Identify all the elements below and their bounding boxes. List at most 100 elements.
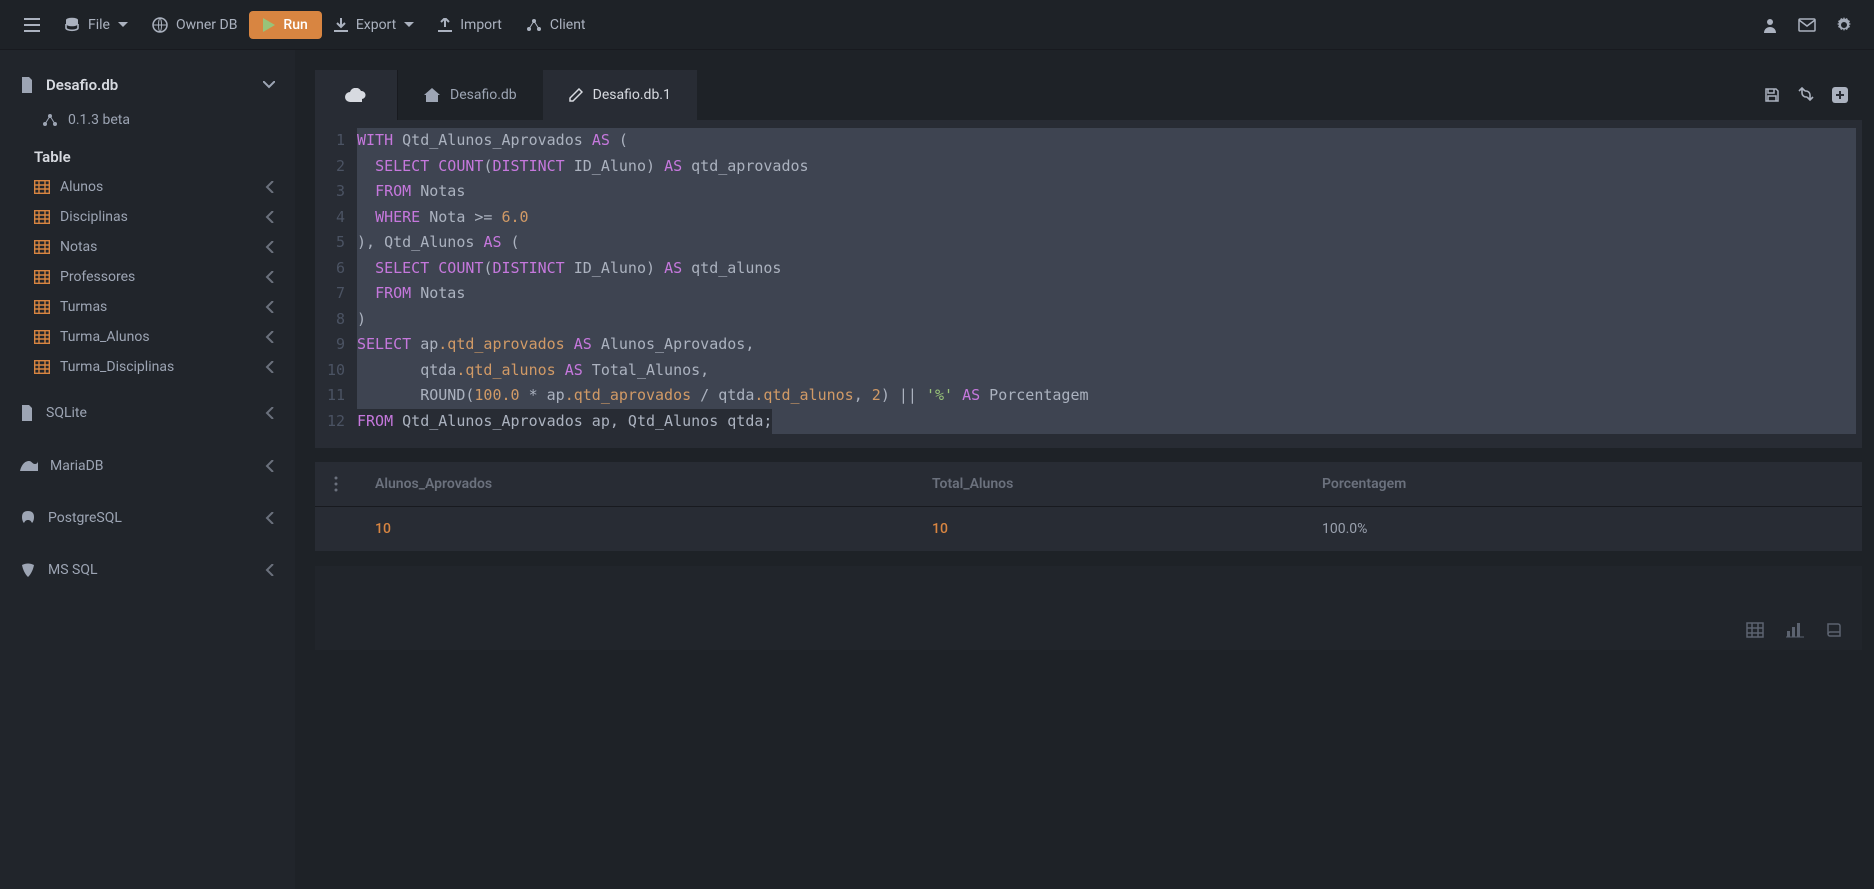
tab-label: Desafio.db.1: [593, 87, 671, 103]
upload-icon: [438, 18, 452, 32]
mssql-icon: [20, 562, 36, 578]
sidebar-table-turma_alunos[interactable]: Turma_Alunos: [0, 322, 295, 352]
sidebar-version[interactable]: 0.1.3 beta: [0, 102, 295, 138]
sidebar-engine-mariadb[interactable]: MariaDB: [0, 444, 295, 488]
cell: 10: [914, 507, 1304, 551]
chevron-left-icon: [265, 331, 275, 343]
sidebar-table-professores[interactable]: Professores: [0, 262, 295, 292]
sidebar: Desafio.db 0.1.3 beta Table Alunos Discip…: [0, 50, 295, 889]
main-content: Desafio.db Desafio.db.1 123456789101112 …: [295, 50, 1874, 889]
sidebar-db-header[interactable]: Desafio.db: [0, 68, 295, 102]
col-alunos_aprovados[interactable]: Alunos_Aprovados: [357, 462, 914, 506]
share-icon: [526, 18, 542, 32]
sidebar-table-turmas[interactable]: Turmas: [0, 292, 295, 322]
hamburger-icon: [24, 18, 40, 32]
version-label: 0.1.3 beta: [68, 112, 130, 128]
col-total_alunos[interactable]: Total_Alunos: [914, 462, 1304, 506]
grid-view-icon[interactable]: [1746, 622, 1764, 638]
sql-editor[interactable]: 123456789101112 WITH Qtd_Alunos_Aprovado…: [315, 120, 1862, 448]
chevron-left-icon: [265, 512, 275, 524]
chevron-down-icon: [263, 81, 275, 89]
menu-button[interactable]: [12, 12, 52, 38]
sidebar-engine-postgresql[interactable]: PostgreSQL: [0, 496, 295, 540]
sidebar-table-disciplinas[interactable]: Disciplinas: [0, 202, 295, 232]
table-label: Notas: [60, 239, 97, 255]
table-icon: [34, 210, 50, 224]
table-icon: [34, 270, 50, 284]
engine-label: MariaDB: [50, 458, 104, 474]
cloud-icon: [345, 88, 367, 102]
chart-view-icon[interactable]: [1786, 622, 1804, 638]
tab-cloud[interactable]: [315, 70, 398, 120]
chevron-left-icon: [265, 460, 275, 472]
sidebar-engine-sqlite[interactable]: SQLite: [0, 390, 295, 436]
tabbar: Desafio.db Desafio.db.1: [315, 70, 1862, 120]
engine-label: SQLite: [46, 405, 87, 421]
sidebar-engine-ms-sql[interactable]: MS SQL: [0, 548, 295, 592]
book-view-icon[interactable]: [1826, 622, 1842, 638]
cell: 100.0%: [1304, 507, 1604, 551]
results-panel: Alunos_AprovadosTotal_AlunosPorcentagem …: [315, 462, 1862, 552]
settings-button[interactable]: [1826, 11, 1862, 39]
import-button[interactable]: Import: [426, 11, 514, 39]
results-row: 1010100.0%: [315, 507, 1862, 552]
plus-icon[interactable]: [1832, 87, 1848, 103]
owner-db-label: Owner DB: [176, 17, 237, 33]
mariadb-icon: [20, 459, 38, 473]
chevron-left-icon: [265, 407, 275, 419]
run-label: Run: [283, 17, 307, 33]
sidebar-table-heading: Table: [0, 138, 295, 172]
top-toolbar: File Owner DB Run Export Import Client: [0, 0, 1874, 50]
tab-desafio-1[interactable]: Desafio.db.1: [543, 70, 697, 120]
line-gutter: 123456789101112: [315, 128, 357, 434]
file-label: File: [88, 17, 110, 33]
results-header: Alunos_AprovadosTotal_AlunosPorcentagem: [315, 462, 1862, 507]
table-label: Alunos: [60, 179, 103, 195]
table-label: Turma_Alunos: [60, 329, 150, 345]
caret-down-icon: [118, 22, 128, 28]
table-icon: [34, 180, 50, 194]
table-label: Turma_Disciplinas: [60, 359, 174, 375]
chevron-left-icon: [265, 361, 275, 373]
gear-icon: [1836, 17, 1852, 33]
save-icon[interactable]: [1764, 87, 1780, 103]
edit-icon: [569, 88, 583, 102]
code-area[interactable]: WITH Qtd_Alunos_Aprovados AS ( SELECT CO…: [357, 128, 1856, 434]
client-button[interactable]: Client: [514, 11, 598, 39]
col-porcentagem[interactable]: Porcentagem: [1304, 462, 1604, 506]
file-menu[interactable]: File: [52, 11, 140, 39]
postgresql-icon: [20, 510, 36, 526]
sidebar-table-alunos[interactable]: Alunos: [0, 172, 295, 202]
user-button[interactable]: [1752, 11, 1788, 39]
chevron-left-icon: [265, 564, 275, 576]
mail-button[interactable]: [1788, 12, 1826, 38]
engine-label: MS SQL: [48, 562, 98, 578]
chevron-left-icon: [265, 301, 275, 313]
table-icon: [34, 360, 50, 374]
chevron-left-icon: [265, 211, 275, 223]
cell: 10: [357, 507, 914, 551]
table-icon: [34, 330, 50, 344]
share-icon: [42, 113, 58, 127]
client-label: Client: [550, 17, 586, 33]
sidebar-db-name: Desafio.db: [46, 76, 118, 94]
sidebar-table-turma_disciplinas[interactable]: Turma_Disciplinas: [0, 352, 295, 382]
export-menu[interactable]: Export: [322, 11, 426, 39]
run-button[interactable]: Run: [249, 11, 321, 39]
table-label: Professores: [60, 269, 135, 285]
import-label: Import: [460, 17, 502, 33]
database-page-icon: [20, 77, 34, 93]
sidebar-table-notas[interactable]: Notas: [0, 232, 295, 262]
tab-desafio[interactable]: Desafio.db: [398, 70, 543, 120]
table-label: Turmas: [60, 299, 107, 315]
engine-label: PostgreSQL: [48, 510, 122, 526]
home-icon: [424, 88, 440, 102]
owner-db-button[interactable]: Owner DB: [140, 11, 249, 39]
refresh-icon[interactable]: [1798, 87, 1814, 101]
sqlite-icon: [20, 404, 34, 422]
database-icon: [64, 17, 80, 33]
results-handle[interactable]: [315, 462, 357, 506]
footer-bar: [315, 566, 1862, 650]
chevron-left-icon: [265, 181, 275, 193]
table-icon: [34, 300, 50, 314]
